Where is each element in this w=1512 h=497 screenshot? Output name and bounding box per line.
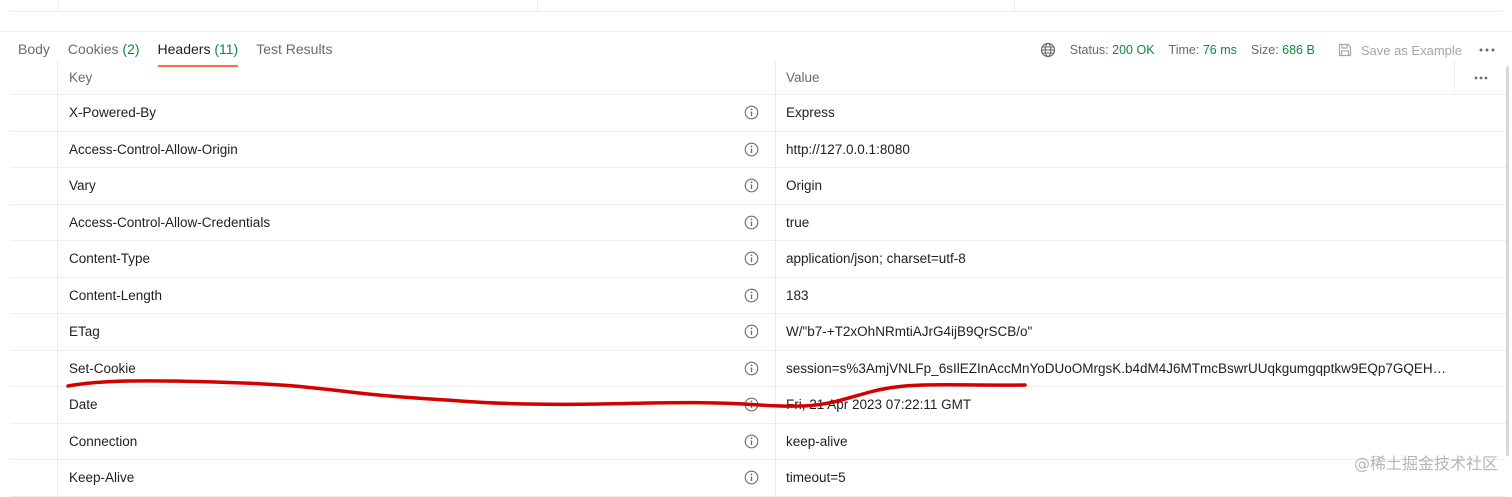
info-icon[interactable] — [744, 397, 759, 412]
header-key-text: Content-Type — [69, 251, 150, 266]
header-value-text: Fri, 21 Apr 2023 07:22:11 GMT — [786, 397, 971, 412]
status-value: 200 OK — [1112, 43, 1154, 57]
table-row: X-Powered-By Express — [10, 95, 1506, 132]
table-row: ETag W/"b7-+T2xOhNRmtiAJrG4ijB9QrSCB/o" — [10, 314, 1506, 351]
header-key-cell[interactable]: Access-Control-Allow-Origin — [58, 132, 776, 168]
header-key-text: Access-Control-Allow-Credentials — [69, 215, 270, 230]
table-row: Vary Origin — [10, 168, 1506, 205]
header-key-text: Keep-Alive — [69, 470, 134, 485]
previous-table-row — [10, 0, 1502, 12]
table-row: Keep-Alive timeout=5 — [10, 460, 1506, 497]
header-value-cell[interactable]: session=s%3AmjVNLFp_6sIlEZInAccMnYoDUoOM… — [776, 351, 1454, 387]
info-icon[interactable] — [744, 361, 759, 376]
table-row: Content-Type application/json; charset=ut… — [10, 241, 1506, 278]
info-icon[interactable] — [744, 105, 759, 120]
previous-panel-strip — [0, 0, 1512, 32]
save-icon — [1337, 42, 1353, 58]
header-key-text: Content-Length — [69, 288, 162, 303]
table-row: Content-Length 183 — [10, 278, 1506, 315]
header-key-text: ETag — [69, 324, 100, 339]
table-row: Connection keep-alive — [10, 424, 1506, 461]
header-value-cell[interactable]: 183 — [776, 278, 1454, 314]
time-value: 76 ms — [1203, 43, 1237, 57]
info-icon[interactable] — [744, 324, 759, 339]
header-value-text: session=s%3AmjVNLFp_6sIlEZInAccMnYoDUoOM… — [786, 361, 1454, 376]
more-horizontal-icon — [1474, 76, 1488, 80]
header-value-cell[interactable]: Express — [776, 95, 1454, 131]
header-value-cell[interactable]: true — [776, 205, 1454, 241]
header-key-cell[interactable]: ETag — [58, 314, 776, 350]
header-value-text: 183 — [786, 288, 809, 303]
header-value-text: http://127.0.0.1:8080 — [786, 142, 910, 157]
header-value-text: Express — [786, 105, 835, 120]
column-options-button[interactable] — [1454, 61, 1506, 94]
header-value-text: Origin — [786, 178, 822, 193]
info-icon[interactable] — [744, 251, 759, 266]
table-row: Access-Control-Allow-Origin http://127.0.… — [10, 132, 1506, 169]
header-key-text: X-Powered-By — [69, 105, 156, 120]
header-value-cell[interactable]: keep-alive — [776, 424, 1454, 460]
header-key-text: Connection — [69, 434, 137, 449]
info-icon[interactable] — [744, 470, 759, 485]
header-value-cell[interactable]: W/"b7-+T2xOhNRmtiAJrG4ijB9QrSCB/o" — [776, 314, 1454, 350]
header-value-text: keep-alive — [786, 434, 848, 449]
header-key-cell[interactable]: Keep-Alive — [58, 460, 776, 496]
header-key-text: Access-Control-Allow-Origin — [69, 142, 238, 157]
panel-divider — [0, 31, 1512, 32]
headers-count: (11) — [214, 41, 238, 57]
size-indicator[interactable]: Size: 686 B — [1251, 43, 1315, 57]
header-value-text: timeout=5 — [786, 470, 846, 485]
globe-icon[interactable] — [1040, 42, 1056, 58]
info-icon[interactable] — [744, 434, 759, 449]
info-icon[interactable] — [744, 215, 759, 230]
headers-table: Key Value X-Powered-By Express Access-Cont… — [10, 61, 1506, 497]
cookies-count: (2) — [122, 41, 139, 57]
header-key-cell[interactable]: Set-Cookie — [58, 351, 776, 387]
header-key-text: Vary — [69, 178, 96, 193]
header-value-cell[interactable]: Origin — [776, 168, 1454, 204]
size-value: 686 B — [1282, 43, 1315, 57]
header-value-text: true — [786, 215, 809, 230]
key-column-header[interactable]: Key — [58, 61, 776, 94]
header-key-text: Date — [69, 397, 98, 412]
more-options-icon[interactable] — [1476, 39, 1498, 61]
header-value-cell[interactable]: Fri, 21 Apr 2023 07:22:11 GMT — [776, 387, 1454, 423]
vertical-scrollbar[interactable] — [1506, 66, 1509, 456]
header-key-cell[interactable]: Vary — [58, 168, 776, 204]
info-icon[interactable] — [744, 178, 759, 193]
watermark: @稀土掘金技术社区 — [1354, 450, 1498, 474]
info-icon[interactable] — [744, 288, 759, 303]
header-key-cell[interactable]: Connection — [58, 424, 776, 460]
info-icon[interactable] — [744, 142, 759, 157]
table-row: Access-Control-Allow-Credentials true — [10, 205, 1506, 242]
header-value-cell[interactable]: application/json; charset=utf-8 — [776, 241, 1454, 277]
time-indicator[interactable]: Time: 76 ms — [1169, 43, 1237, 57]
table-row: Set-Cookie session=s%3AmjVNLFp_6sIlEZInAc… — [10, 351, 1506, 388]
value-column-header[interactable]: Value — [776, 61, 1454, 94]
header-value-cell[interactable]: http://127.0.0.1:8080 — [776, 132, 1454, 168]
header-key-cell[interactable]: Content-Length — [58, 278, 776, 314]
header-key-cell[interactable]: Access-Control-Allow-Credentials — [58, 205, 776, 241]
header-key-cell[interactable]: Date — [58, 387, 776, 423]
response-status-bar: Status: 200 OK Time: 76 ms Size: 686 B S… — [1040, 38, 1498, 62]
header-value-text: application/json; charset=utf-8 — [786, 251, 966, 266]
table-row: Date Fri, 21 Apr 2023 07:22:11 GMT — [10, 387, 1506, 424]
table-header-row: Key Value — [10, 61, 1506, 95]
save-as-example-button[interactable]: Save as Example — [1337, 42, 1462, 58]
header-key-cell[interactable]: Content-Type — [58, 241, 776, 277]
header-key-text: Set-Cookie — [69, 361, 136, 376]
header-value-text: W/"b7-+T2xOhNRmtiAJrG4ijB9QrSCB/o" — [786, 324, 1032, 339]
header-value-cell[interactable]: timeout=5 — [776, 460, 1454, 496]
status-indicator[interactable]: Status: 200 OK — [1070, 43, 1155, 57]
header-key-cell[interactable]: X-Powered-By — [58, 95, 776, 131]
